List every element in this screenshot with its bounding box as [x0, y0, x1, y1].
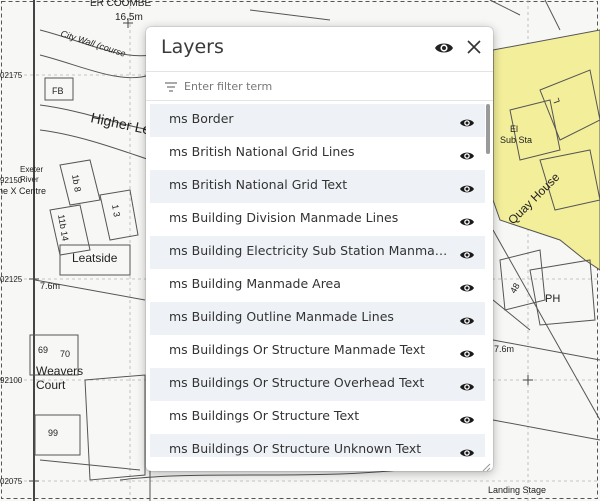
layer-label: ms British National Grid Text [169, 177, 348, 192]
map-label-sub-sta: Sub Sta [500, 135, 532, 145]
map-label-x-centre: he X Centre [0, 186, 46, 196]
map-label-height-mid: 7.6m [40, 281, 60, 291]
layer-row[interactable]: ms Border [150, 104, 485, 137]
layer-visibility-eye-icon[interactable] [459, 246, 475, 259]
layer-label: ms Building Division Manmade Lines [169, 210, 399, 225]
layer-visibility-eye-icon[interactable] [459, 444, 475, 457]
filter-icon [164, 79, 178, 93]
scrollbar-thumb[interactable] [486, 104, 490, 154]
layer-visibility-eye-icon[interactable] [459, 378, 475, 391]
layer-row[interactable]: ms Buildings Or Structure Manmade Text [150, 335, 485, 368]
layer-visibility-eye-icon[interactable] [459, 147, 475, 160]
map-label-court: Court [36, 378, 66, 392]
map-label-99: 99 [48, 428, 58, 438]
map-label-70: 70 [60, 349, 70, 359]
map-label-height-right: 7.6m [494, 344, 514, 354]
layer-row[interactable]: ms Building Electricity Sub Station Manm… [150, 236, 485, 269]
layer-visibility-eye-icon[interactable] [459, 279, 475, 292]
layer-row[interactable]: ms Buildings Or Structure Text [150, 401, 485, 434]
layer-label: ms Building Electricity Sub Station Manm… [169, 243, 451, 258]
map-label-13: 1 3 [110, 204, 122, 218]
map-label-weavers: Weavers [36, 364, 83, 378]
layer-row[interactable]: ms Building Manmade Area [150, 269, 485, 302]
map-label-river: River [20, 175, 39, 184]
layer-row[interactable]: ms Buildings Or Structure Overhead Text [150, 368, 485, 401]
map-label-ph: PH [545, 293, 560, 305]
layer-list[interactable]: ms Border ms British National Grid Lines m… [150, 104, 485, 457]
layers-panel: Layers ms Border ms British National Grid… [146, 27, 493, 471]
filter-bar [146, 71, 493, 101]
layer-visibility-eye-icon[interactable] [459, 213, 475, 226]
resize-handle-icon[interactable] [479, 457, 491, 471]
toggle-all-visibility-eye-icon[interactable] [434, 40, 454, 56]
layer-label: ms Building Outline Manmade Lines [169, 309, 394, 324]
layer-row[interactable]: ms Buildings Or Structure Unknown Text [150, 434, 485, 457]
layer-label: ms Buildings Or Structure Overhead Text [169, 375, 425, 390]
layer-label: ms British National Grid Lines [169, 144, 355, 159]
scrollbar-track[interactable] [485, 104, 491, 457]
map-label-el: El [510, 124, 518, 134]
layer-visibility-eye-icon[interactable] [459, 345, 475, 358]
layer-visibility-eye-icon[interactable] [459, 411, 475, 424]
layer-row[interactable]: ms British National Grid Text [150, 170, 485, 203]
layer-row[interactable]: ms Building Outline Manmade Lines [150, 302, 485, 335]
grid-tick-label: 02075 [0, 477, 23, 486]
grid-tick-label: 02175 [0, 71, 23, 80]
layer-label: ms Buildings Or Structure Unknown Text [169, 441, 422, 456]
layer-visibility-eye-icon[interactable] [459, 180, 475, 193]
grid-tick-label: 02125 [0, 275, 23, 284]
layer-label: ms Buildings Or Structure Manmade Text [169, 342, 426, 357]
layer-label: ms Building Manmade Area [169, 276, 341, 291]
map-label-exeter: Exeter [20, 165, 43, 174]
layer-row[interactable]: ms British National Grid Lines [150, 137, 485, 170]
map-label-69: 69 [38, 345, 48, 355]
panel-title: Layers [161, 36, 224, 58]
layers-panel-header[interactable]: Layers [146, 27, 493, 71]
layer-row[interactable]: ms Building Division Manmade Lines [150, 203, 485, 236]
filter-input[interactable] [184, 75, 474, 97]
map-label-fb: FB [52, 86, 64, 96]
layer-label: ms Buildings Or Structure Text [169, 408, 360, 423]
grid-tick-label: 92100 [0, 376, 23, 385]
close-icon[interactable] [465, 38, 483, 56]
map-label-landing-stage: Landing Stage [488, 485, 546, 495]
map-label-height-top: 16.5m [115, 12, 143, 23]
layer-visibility-eye-icon[interactable] [459, 312, 475, 325]
map-label-leatside: Leatside [72, 251, 118, 265]
map-label-coombe: ER COOMBE [90, 0, 151, 9]
grid-tick-label: 92150 [0, 176, 23, 185]
layer-label: ms Border [169, 111, 234, 126]
layer-visibility-eye-icon[interactable] [459, 114, 475, 127]
